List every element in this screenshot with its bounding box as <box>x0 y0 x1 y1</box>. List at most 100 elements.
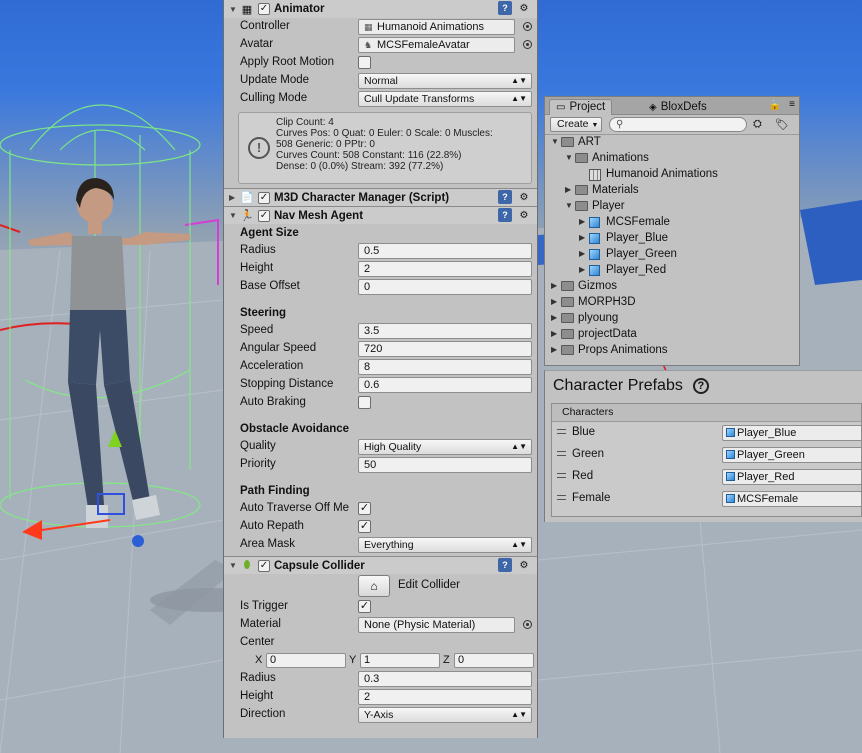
fold-arrow-icon[interactable]: ▼ <box>229 5 239 14</box>
gear-icon[interactable]: ⚙ <box>517 558 531 572</box>
list-item[interactable]: Red Player_Red <box>552 466 861 488</box>
capsule-collider-header[interactable]: ▼ ⬮ ✓ Capsule Collider ? ⚙ <box>224 556 537 574</box>
capsule-enabled-checkbox[interactable]: ✓ <box>258 559 270 572</box>
tree-item[interactable]: ▶ Props Animations <box>545 343 799 359</box>
tree-item[interactable]: ▼ Player <box>545 199 799 215</box>
expanded-arrow-icon[interactable]: ▼ <box>565 201 573 210</box>
tree-item[interactable]: ▼ Animations <box>545 151 799 167</box>
drag-handle-icon[interactable] <box>557 451 566 456</box>
center-z-field[interactable]: 0 <box>454 653 534 668</box>
is-trigger-checkbox[interactable]: ✓ <box>358 600 371 613</box>
tree-item[interactable]: ▶ MCSFemale <box>545 215 799 231</box>
object-picker-icon[interactable] <box>523 40 532 49</box>
collapsed-arrow-icon[interactable]: ▶ <box>579 233 585 242</box>
capsule-radius-field[interactable]: 0.3 <box>358 671 532 687</box>
collapsed-arrow-icon[interactable]: ▶ <box>551 329 557 338</box>
animator-header[interactable]: ▼ ▦ ✓ Animator ? ⚙ <box>224 0 537 18</box>
gear-icon[interactable]: ⚙ <box>517 208 531 222</box>
tree-item[interactable]: ▶ MORPH3D <box>545 295 799 311</box>
radius-field[interactable]: 0.5 <box>358 243 532 259</box>
quality-dropdown[interactable]: High Quality ▲▼ <box>358 439 532 455</box>
project-search-input[interactable]: ⚲ <box>609 117 747 132</box>
filter-by-label-icon[interactable]: 🏷 <box>775 118 789 131</box>
tree-item[interactable]: ▶ Player_Red <box>545 263 799 279</box>
fold-arrow-icon[interactable]: ▶ <box>229 193 239 202</box>
tree-item[interactable]: ▶ Player_Green <box>545 247 799 263</box>
update-mode-dropdown[interactable]: Normal ▲▼ <box>358 73 532 89</box>
collapsed-arrow-icon[interactable]: ▶ <box>551 313 557 322</box>
create-button[interactable]: Create ▼ <box>550 117 602 132</box>
tree-item[interactable]: ▶ projectData <box>545 327 799 343</box>
fold-arrow-icon[interactable]: ▼ <box>229 561 239 570</box>
stopping-distance-field[interactable]: 0.6 <box>358 377 532 393</box>
center-x[interactable]: X 0 <box>255 653 348 669</box>
speed-field[interactable]: 3.5 <box>358 323 532 339</box>
collapsed-arrow-icon[interactable]: ▶ <box>565 185 571 194</box>
height-field[interactable]: 2 <box>358 261 532 277</box>
collapsed-arrow-icon[interactable]: ▶ <box>579 265 585 274</box>
culling-mode-dropdown[interactable]: Cull Update Transforms ▲▼ <box>358 91 532 107</box>
center-y[interactable]: Y 1 <box>349 653 442 669</box>
tab-bloxdefs[interactable]: ◈ BloxDefs <box>643 99 713 115</box>
expanded-arrow-icon[interactable]: ▼ <box>565 153 573 162</box>
area-mask-dropdown[interactable]: Everything ▲▼ <box>358 537 532 553</box>
tree-item[interactable]: ▼ ART <box>545 135 799 151</box>
object-picker-icon[interactable] <box>523 22 532 31</box>
navmesh-enabled-checkbox[interactable]: ✓ <box>258 209 270 222</box>
object-picker-icon[interactable] <box>523 620 532 629</box>
center-z[interactable]: Z 0 <box>443 653 534 669</box>
tree-item[interactable]: ▶ Gizmos <box>545 279 799 295</box>
capsule-height-field[interactable]: 2 <box>358 689 532 705</box>
gear-icon[interactable]: ⚙ <box>517 1 531 15</box>
list-item[interactable]: Female MCSFemale <box>552 488 861 510</box>
help-icon[interactable]: ? <box>692 378 709 394</box>
help-book-icon[interactable]: ? <box>498 558 512 572</box>
help-book-icon[interactable]: ? <box>498 208 512 222</box>
material-field[interactable]: None (Physic Material) <box>358 617 515 633</box>
list-item[interactable]: Blue Player_Blue <box>552 422 861 444</box>
help-book-icon[interactable]: ? <box>498 190 512 204</box>
gear-icon[interactable]: ⚙ <box>517 190 531 204</box>
center-y-field[interactable]: 1 <box>360 653 440 668</box>
edit-collider-button[interactable]: ⌂ <box>358 575 390 597</box>
lock-icon[interactable]: 🔒 <box>769 100 781 111</box>
list-item[interactable]: Green Player_Green <box>552 444 861 466</box>
apply-root-motion-checkbox[interactable] <box>358 56 371 69</box>
prefab-field[interactable]: MCSFemale <box>722 491 861 507</box>
tree-item[interactable]: Humanoid Animations <box>545 167 799 183</box>
tree-item[interactable]: ▶ plyoung <box>545 311 799 327</box>
auto-traverse-checkbox[interactable]: ✓ <box>358 502 371 515</box>
collapsed-arrow-icon[interactable]: ▶ <box>551 297 557 306</box>
priority-field[interactable]: 50 <box>358 457 532 473</box>
navmesh-header[interactable]: ▼ 🏃 ✓ Nav Mesh Agent ? ⚙ <box>224 206 537 224</box>
drag-handle-icon[interactable] <box>557 495 566 500</box>
m3d-enabled-checkbox[interactable]: ✓ <box>258 191 270 204</box>
panel-menu-icon[interactable]: ≡ <box>789 99 795 110</box>
collapsed-arrow-icon[interactable]: ▶ <box>551 281 557 290</box>
auto-repath-checkbox[interactable]: ✓ <box>358 520 371 533</box>
filter-by-type-icon[interactable]: ⛭ <box>753 118 762 131</box>
auto-braking-checkbox[interactable] <box>358 396 371 409</box>
fold-arrow-icon[interactable]: ▼ <box>229 211 239 220</box>
avatar-field[interactable]: ♞ MCSFemaleAvatar <box>358 37 515 53</box>
acceleration-field[interactable]: 8 <box>358 359 532 375</box>
tree-item[interactable]: ▶ Materials <box>545 183 799 199</box>
m3d-header[interactable]: ▶ 📄 ✓ M3D Character Manager (Script) ? ⚙ <box>224 188 537 206</box>
collapsed-arrow-icon[interactable]: ▶ <box>579 217 585 226</box>
collapsed-arrow-icon[interactable]: ▶ <box>579 249 585 258</box>
drag-handle-icon[interactable] <box>557 429 566 434</box>
angular-speed-field[interactable]: 720 <box>358 341 532 357</box>
direction-dropdown[interactable]: Y-Axis ▲▼ <box>358 707 532 723</box>
prefab-field[interactable]: Player_Red <box>722 469 861 485</box>
center-x-field[interactable]: 0 <box>266 653 346 668</box>
prefab-field[interactable]: Player_Green <box>722 447 861 463</box>
controller-field[interactable]: ▦ Humanoid Animations <box>358 19 515 35</box>
prefab-field[interactable]: Player_Blue <box>722 425 861 441</box>
help-book-icon[interactable]: ? <box>498 1 512 15</box>
collapsed-arrow-icon[interactable]: ▶ <box>551 345 557 354</box>
drag-handle-icon[interactable] <box>557 473 566 478</box>
animator-enabled-checkbox[interactable]: ✓ <box>258 3 270 15</box>
tab-project[interactable]: ▭ Project <box>549 99 613 115</box>
tree-item[interactable]: ▶ Player_Blue <box>545 231 799 247</box>
expanded-arrow-icon[interactable]: ▼ <box>551 137 559 146</box>
